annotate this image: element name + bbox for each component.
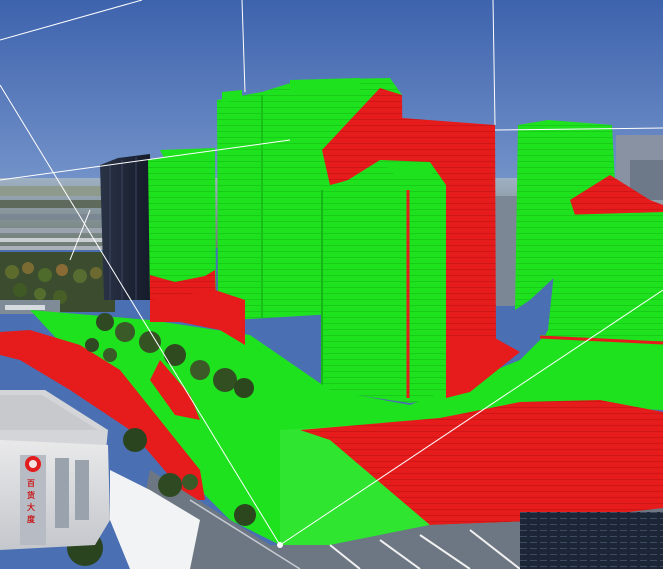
- svg-text:百: 百: [27, 479, 35, 488]
- building-d: [321, 160, 446, 403]
- observer-point-icon[interactable]: [277, 542, 283, 548]
- svg-text:货: 货: [26, 490, 35, 500]
- svg-text:度: 度: [27, 514, 36, 524]
- water-area: [520, 512, 663, 569]
- dark-tower: [100, 154, 152, 300]
- map-viewport[interactable]: 百 货 大 度: [0, 0, 663, 569]
- left-trees-cluster: [0, 252, 115, 314]
- svg-text:大: 大: [27, 502, 35, 512]
- 3d-scene[interactable]: 百 货 大 度: [0, 0, 663, 569]
- building-a: [148, 148, 216, 305]
